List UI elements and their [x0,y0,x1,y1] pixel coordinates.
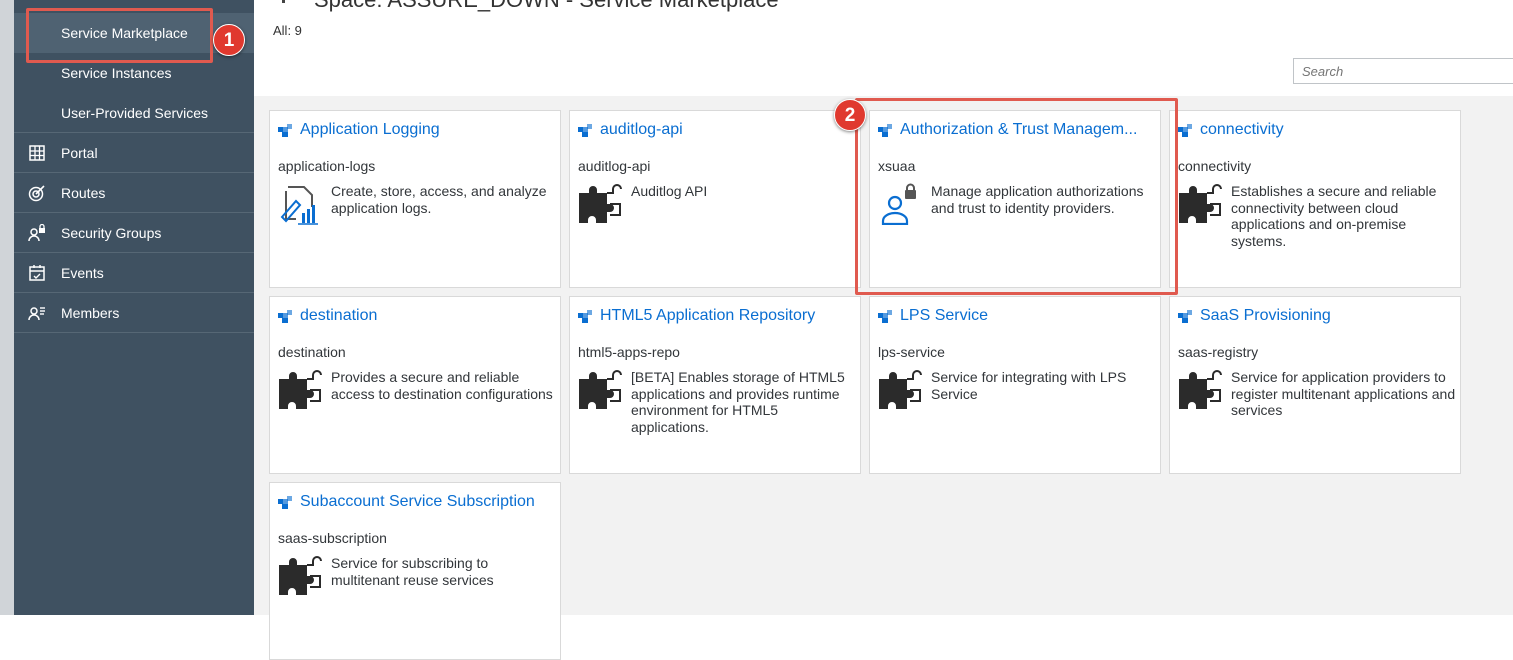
tile-description: Provides a secure and reliable access to… [331,369,553,402]
sidebar-item-events[interactable]: Events [14,253,254,293]
tile-header: LPS Service [878,307,988,325]
members-icon [28,307,45,321]
tile-header: SaaS Provisioning [1178,307,1331,325]
service-tile-destination[interactable]: destination destination Provides a secur… [269,296,561,474]
annotation-highlight-2 [855,98,1178,295]
sidebar-item-label: Events [61,264,104,281]
sidebar: Service Marketplace Service Instances Us… [14,0,254,615]
service-icon [878,310,893,323]
space-icon [282,0,285,3]
service-tile-application-logging[interactable]: Application Logging application-logs Cre… [269,110,561,288]
calendar-icon [29,265,45,281]
service-tile-saas-provisioning[interactable]: SaaS Provisioning saas-registry Service … [1169,296,1461,474]
tile-service-name: auditlog-api [578,158,651,174]
tile-title[interactable]: LPS Service [900,307,988,325]
service-icon [1178,310,1193,323]
tile-service-name: html5-apps-repo [578,344,680,360]
tile-description: Service for application providers to reg… [1231,369,1456,418]
puzzle-icon [878,369,922,411]
puzzle-icon [1178,183,1222,225]
tile-service-name: application-logs [278,158,376,174]
service-icon [278,124,293,137]
tile-title[interactable]: HTML5 Application Repository [600,307,815,325]
sidebar-item-security-groups[interactable]: Security Groups [14,213,254,253]
tile-header: Subaccount Service Subscription [278,493,535,511]
service-icon [578,310,593,323]
tile-header: destination [278,307,377,325]
tile-service-name: saas-registry [1178,344,1259,360]
service-icon [578,124,593,137]
sidebar-item-label: Portal [61,144,98,161]
tile-description: Auditlog API [631,183,708,199]
sidebar-item-label: Members [61,304,120,321]
tile-header: connectivity [1178,121,1284,139]
tile-header: HTML5 Application Repository [578,307,815,325]
tile-service-name: destination [278,344,346,360]
sidebar-item-members[interactable]: Members [14,293,254,333]
sidebar-item-label: Service Instances [61,65,172,81]
tile-description: Establishes a secure and reliable connec… [1231,183,1437,249]
tile-title[interactable]: Subaccount Service Subscription [300,493,535,511]
main-content: Space: ASSURE_DOWN - Service Marketplace… [254,0,1513,660]
sidebar-item-label: User-Provided Services [61,104,209,121]
sidebar-item-user-provided-services[interactable]: User-Provided Services [14,93,254,133]
puzzle-icon [578,369,622,411]
search-input[interactable] [1293,58,1513,84]
tile-title[interactable]: SaaS Provisioning [1200,307,1331,325]
tile-service-name: lps-service [878,344,945,360]
window-edge [0,0,14,615]
user-lock-icon [28,224,45,242]
tile-title[interactable]: connectivity [1200,121,1284,139]
annotation-badge-1: 1 [213,24,245,56]
service-tile-connectivity[interactable]: connectivity connectivity Establishes a … [1169,110,1461,288]
tile-title[interactable]: destination [300,307,377,325]
tile-header: auditlog-api [578,121,683,139]
target-icon [28,185,45,202]
logging-icon [280,186,318,225]
tile-header: Application Logging [278,121,440,139]
service-icon [278,496,293,509]
annotation-highlight-1 [26,8,213,63]
service-tile-auditlog-api[interactable]: auditlog-api auditlog-api Auditlog API [569,110,861,288]
annotation-badge-2: 2 [834,99,866,131]
puzzle-icon [278,555,322,597]
service-tile-html5-app-repo[interactable]: HTML5 Application Repository html5-apps-… [569,296,861,474]
page-title: Space: ASSURE_DOWN - Service Marketplace [314,0,779,13]
grid-icon [29,145,45,161]
tile-description: Service for subscribing to multitenant r… [331,555,494,588]
tile-description: [BETA] Enables storage of HTML5 applicat… [631,369,845,435]
tile-service-name: connectivity [1178,158,1252,174]
puzzle-icon [1178,369,1222,411]
service-tile-lps-service[interactable]: LPS Service lps-service Service for inte… [869,296,1161,474]
tile-description: Service for integrating with LPS Service [931,369,1127,402]
sidebar-item-portal[interactable]: Portal [14,133,254,173]
sidebar-item-routes[interactable]: Routes [14,173,254,213]
service-tile-subaccount-subscription[interactable]: Subaccount Service Subscription saas-sub… [269,482,561,660]
item-count: All: 9 [273,23,302,38]
puzzle-icon [278,369,322,411]
service-icon [1178,124,1193,137]
tile-title[interactable]: auditlog-api [600,121,683,139]
tile-description: Create, store, access, and analyze appli… [331,183,547,216]
sidebar-item-label: Security Groups [61,224,162,241]
puzzle-icon [578,183,622,225]
sidebar-item-label: Routes [61,184,106,201]
service-icon [278,310,293,323]
tile-service-name: saas-subscription [278,530,387,546]
tile-title[interactable]: Application Logging [300,121,440,139]
